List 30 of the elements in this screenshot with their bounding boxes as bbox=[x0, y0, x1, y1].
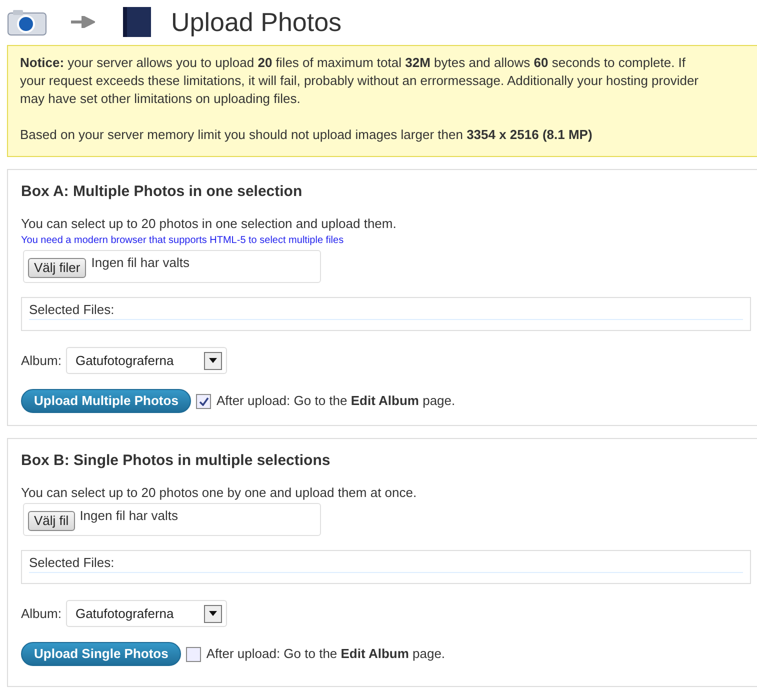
album-select[interactable]: Gatufotograferna bbox=[66, 600, 228, 627]
selected-files-label: Selected Files: bbox=[29, 555, 743, 573]
panel-description: You can select up to 20 photos one by one and upload them at once. bbox=[21, 485, 418, 501]
upload-button[interactable]: Upload Single Photos bbox=[21, 642, 182, 666]
checkbox[interactable] bbox=[196, 394, 212, 408]
file-status: Ingen fil har valts bbox=[80, 508, 178, 524]
panel-title: Box A: Multiple Photos in one selection bbox=[21, 182, 304, 202]
file-status: Ingen fil har valts bbox=[91, 255, 190, 271]
choose-file-button[interactable]: Välj filer bbox=[28, 258, 86, 278]
file-input-field[interactable]: Välj filer Ingen fil har valts bbox=[23, 250, 321, 283]
panel-description: You can select up to 20 photos in one selection and upload them. bbox=[21, 216, 398, 232]
page-title: Upload Photos bbox=[171, 6, 342, 38]
arrow-icon bbox=[71, 16, 95, 28]
notice-text: Based on your server memory limit you should not upload images larger then 3354 x 2516 (8.1 MP) bbox=[20, 126, 594, 144]
after-upload-label: After upload: Go to the Edit Album page. bbox=[216, 392, 456, 410]
panel-title: Box B: Single Photos in multiple selections bbox=[21, 451, 332, 471]
notice-text: Notice: your server allows you to upload 20 files of maximum total 32M bytes and allows 60 seconds to complete. If your request exceeds these limitations, it will fail, probably without an errormessage. Additionally your hosting provider may have set other limitations on uploading files. bbox=[20, 54, 700, 108]
selected-files-label: Selected Files: bbox=[29, 302, 743, 320]
upload-button[interactable]: Upload Multiple Photos bbox=[21, 389, 192, 413]
camera-icon bbox=[7, 8, 47, 36]
browser-hint: You need a modern browser that supports HTML-5 to select multiple files bbox=[21, 234, 345, 248]
checkmark-icon bbox=[198, 396, 209, 406]
file-input-field[interactable]: Välj fil Ingen fil har valts bbox=[23, 503, 321, 536]
album-select[interactable]: Gatufotograferna bbox=[66, 347, 228, 374]
after-upload-label: After upload: Go to the Edit Album page. bbox=[206, 645, 446, 664]
choose-file-button[interactable]: Välj fil bbox=[28, 511, 75, 531]
album-icon bbox=[123, 7, 151, 37]
album-label: Album: bbox=[21, 604, 62, 623]
album-label: Album: bbox=[21, 352, 62, 370]
checkbox[interactable] bbox=[186, 646, 202, 662]
